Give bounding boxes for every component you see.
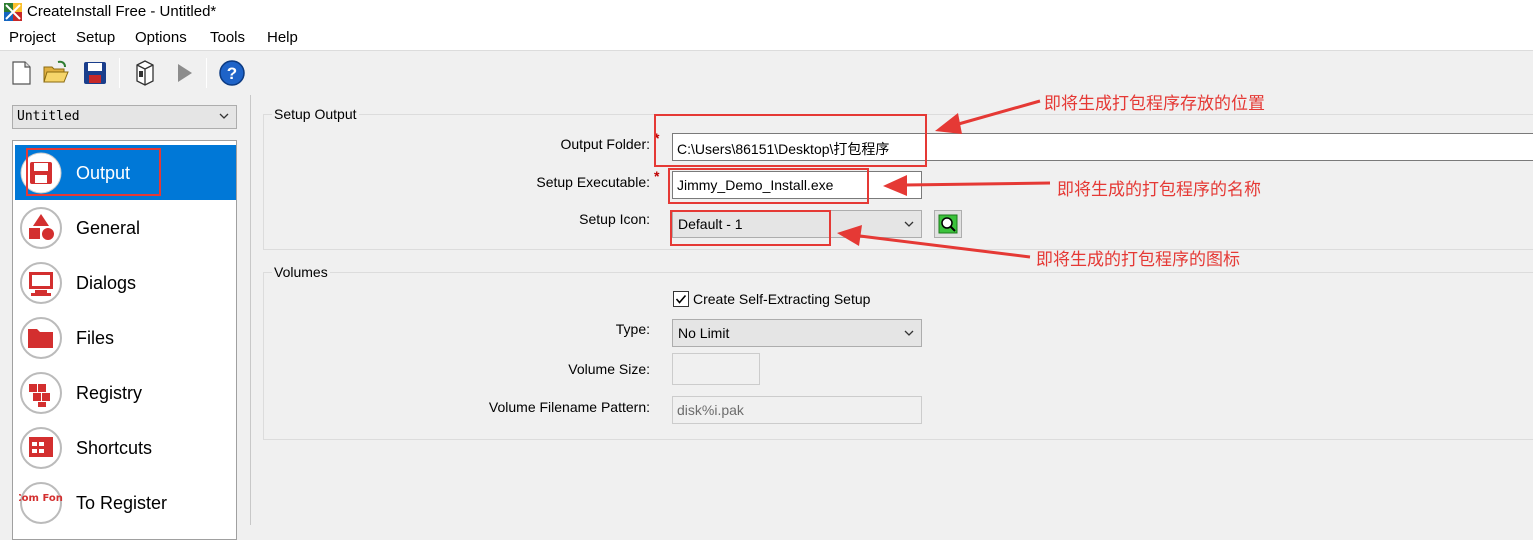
sidebar-item-label: To Register (76, 493, 168, 513)
com-font-icon-text: Com Font (19, 493, 63, 504)
new-file-icon[interactable] (7, 59, 35, 87)
icon-preview-button[interactable] (934, 210, 962, 238)
sidebar-item-files[interactable]: Files (15, 310, 236, 365)
menu-project[interactable]: Project (9, 29, 56, 46)
panel-divider (250, 95, 251, 525)
annotation-highlight-output (26, 148, 161, 196)
sidebar-item-registry[interactable]: Registry (15, 365, 236, 420)
title-bar: CreateInstall Free - Untitled* (0, 0, 1533, 25)
toolbar: ? (0, 52, 1533, 94)
required-mark: * (654, 168, 660, 184)
project-select[interactable]: Untitled (12, 105, 237, 129)
sidebar-item-label: Shortcuts (76, 438, 153, 458)
menu-bar: Project Setup Options Tools Help (0, 25, 1533, 51)
type-select-value: No Limit (678, 325, 730, 341)
output-folder-label: Output Folder: (560, 136, 651, 152)
open-folder-icon[interactable] (42, 59, 70, 87)
volume-size-field[interactable] (672, 353, 760, 385)
run-play-icon[interactable] (170, 59, 198, 87)
shapes-icon (20, 207, 62, 249)
toolbar-separator (119, 58, 120, 88)
annotation-highlight-folder (654, 114, 927, 167)
registry-cubes-icon (20, 372, 62, 414)
self-extract-checkbox[interactable] (673, 291, 689, 307)
annotation-text-folder: 即将生成打包程序存放的位置 (1044, 94, 1265, 114)
monitor-icon (20, 262, 62, 304)
setup-icon-label: Setup Icon: (579, 211, 650, 227)
com-font-icon: Com Font (19, 482, 63, 524)
annotation-highlight-icon (670, 210, 831, 246)
chevron-down-icon (904, 330, 914, 336)
sidebar-item-dialogs[interactable]: Dialogs (15, 255, 236, 310)
app-logo-icon (4, 3, 22, 21)
checkmark-icon (675, 294, 687, 304)
menu-options[interactable]: Options (135, 29, 187, 46)
sidebar-item-general[interactable]: General (15, 200, 236, 255)
sidebar-item-shortcuts[interactable]: Shortcuts (15, 420, 236, 475)
self-extract-label[interactable]: Create Self-Extracting Setup (693, 291, 870, 307)
menu-tools[interactable]: Tools (210, 29, 245, 46)
volume-size-label: Volume Size: (568, 361, 650, 377)
type-select[interactable]: No Limit (672, 319, 922, 347)
sidebar-item-label: Registry (76, 383, 143, 403)
folder-icon (20, 317, 62, 359)
help-icon[interactable]: ? (218, 59, 246, 87)
save-disk-icon[interactable] (81, 59, 109, 87)
setup-output-title: Setup Output (272, 106, 359, 122)
window-title: CreateInstall Free - Untitled* (27, 3, 217, 20)
annotation-highlight-exe (668, 168, 869, 204)
filename-pattern-field[interactable]: disk%i.pak (672, 396, 922, 424)
menu-help[interactable]: Help (267, 29, 298, 46)
sidebar-item-label: Dialogs (76, 273, 137, 293)
sidebar-item-label: Files (76, 328, 115, 348)
chevron-down-icon (904, 221, 914, 227)
project-select-value: Untitled (17, 109, 80, 124)
annotation-text-exe: 即将生成的打包程序的名称 (1057, 180, 1261, 200)
filename-pattern-label: Volume Filename Pattern: (488, 399, 650, 415)
type-label: Type: (615, 321, 650, 337)
annotation-text-icon: 即将生成的打包程序的图标 (1036, 250, 1240, 270)
menu-setup[interactable]: Setup (76, 29, 115, 46)
toolbar-separator (206, 58, 207, 88)
volumes-title: Volumes (272, 264, 330, 280)
shortcut-grid-icon (20, 427, 62, 469)
chevron-down-icon (219, 113, 229, 119)
sidebar-item-label: General (76, 218, 141, 238)
sidebar-nav: Output General Dialogs Files Registry Sh… (12, 140, 237, 540)
build-package-icon[interactable] (131, 59, 159, 87)
setup-executable-label: Setup Executable: (536, 174, 650, 190)
svg-text:?: ? (227, 64, 237, 83)
sidebar-item-to-register[interactable]: Com Font To Register (15, 475, 236, 530)
